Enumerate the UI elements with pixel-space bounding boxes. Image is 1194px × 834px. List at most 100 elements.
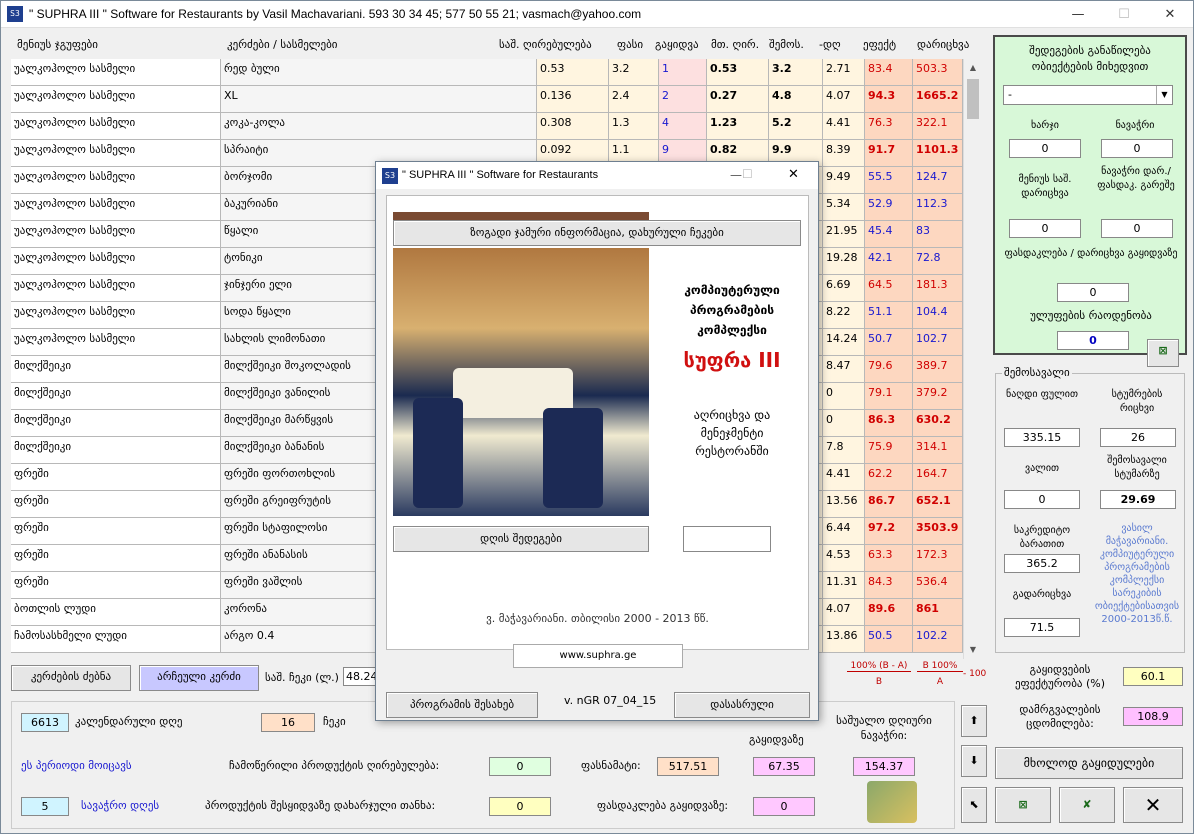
table-cell[interactable]: 8.47 bbox=[823, 356, 865, 383]
discount-field[interactable]: 0 bbox=[1057, 283, 1129, 302]
coef-field[interactable]: 108.9 bbox=[1123, 707, 1183, 726]
day-results-button[interactable]: დღის შედეგები bbox=[393, 526, 649, 552]
only-sales-button[interactable]: მხოლოდ გაყიდულები bbox=[995, 747, 1183, 779]
profit-field[interactable]: 0 bbox=[1101, 139, 1173, 158]
table-cell[interactable]: 91.7 bbox=[865, 140, 913, 167]
table-cell[interactable]: 97.2 bbox=[865, 518, 913, 545]
table-cell[interactable]: 7.8 bbox=[823, 437, 865, 464]
table-cell[interactable]: 0.53 bbox=[537, 59, 609, 86]
table-cell[interactable]: 652.1 bbox=[913, 491, 963, 518]
exit-x-icon[interactable]: ✕ bbox=[1123, 787, 1183, 823]
finish-button[interactable]: დასასრული bbox=[674, 692, 810, 718]
discount-sale-field[interactable]: 0 bbox=[753, 797, 815, 816]
table-cell[interactable]: მილქშეიკი bbox=[11, 410, 221, 437]
excel-print-icon[interactable]: ⊠ bbox=[995, 787, 1051, 823]
waste-field[interactable]: 0 bbox=[489, 797, 551, 816]
table-cell[interactable]: 4 bbox=[659, 113, 707, 140]
table-cell[interactable]: 536.4 bbox=[913, 572, 963, 599]
debt-field[interactable]: 0 bbox=[1004, 490, 1080, 509]
table-cell[interactable]: 379.2 bbox=[913, 383, 963, 410]
table-cell[interactable]: 124.7 bbox=[913, 167, 963, 194]
table-cell[interactable]: 11.31 bbox=[823, 572, 865, 599]
table-cell[interactable]: 75.9 bbox=[865, 437, 913, 464]
table-cell[interactable]: უალკოჰოლო სასმელი bbox=[11, 59, 221, 86]
table-cell[interactable]: უალკოჰოლო სასმელი bbox=[11, 113, 221, 140]
table-cell[interactable]: 0.136 bbox=[537, 86, 609, 113]
table-cell[interactable]: უალკოჰოლო სასმელი bbox=[11, 167, 221, 194]
table-cell[interactable]: უალკოჰოლო სასმელი bbox=[11, 302, 221, 329]
profit2-field[interactable]: 0 bbox=[1101, 219, 1173, 238]
table-cell[interactable]: 0.27 bbox=[707, 86, 769, 113]
table-cell[interactable]: 172.3 bbox=[913, 545, 963, 572]
table-cell[interactable]: 2 bbox=[659, 86, 707, 113]
info-button[interactable]: ზოგადი ჯამური ინფორმაცია, დახურული ჩეკებ… bbox=[393, 220, 801, 246]
table-cell[interactable]: 3.2 bbox=[609, 59, 659, 86]
expense-field[interactable]: 0 bbox=[1009, 139, 1081, 158]
table-cell[interactable]: 13.86 bbox=[823, 626, 865, 653]
table-cell[interactable]: 314.1 bbox=[913, 437, 963, 464]
table-cell[interactable]: უალკოჰოლო სასმელი bbox=[11, 194, 221, 221]
table-cell[interactable]: 3503.9 bbox=[913, 518, 963, 545]
table-cell[interactable]: 52.9 bbox=[865, 194, 913, 221]
table-cell[interactable]: 84.3 bbox=[865, 572, 913, 599]
card-field[interactable]: 365.2 bbox=[1004, 554, 1080, 573]
table-cell[interactable]: 0.308 bbox=[537, 113, 609, 140]
table-cell[interactable]: 83.4 bbox=[865, 59, 913, 86]
table-cell[interactable]: 42.1 bbox=[865, 248, 913, 275]
table-cell[interactable]: ფრეში bbox=[11, 464, 221, 491]
about-program-button[interactable]: პროგრამის შესახებ bbox=[386, 692, 538, 718]
table-cell[interactable]: 0 bbox=[823, 410, 865, 437]
scroll-up-icon[interactable]: ▲ bbox=[966, 61, 980, 75]
table-cell[interactable]: 1.23 bbox=[707, 113, 769, 140]
object-select[interactable]: - ▼ bbox=[1003, 85, 1173, 105]
table-cell[interactable]: 76.3 bbox=[865, 113, 913, 140]
excel-export-icon[interactable]: ⊠ bbox=[1147, 339, 1179, 367]
table-cell[interactable]: 4.41 bbox=[823, 464, 865, 491]
table-cell[interactable]: 13.56 bbox=[823, 491, 865, 518]
table-cell[interactable]: 55.5 bbox=[865, 167, 913, 194]
arrow-topleft-icon[interactable]: ⬉ bbox=[961, 787, 987, 823]
table-cell[interactable]: 62.2 bbox=[865, 464, 913, 491]
dialog-input[interactable] bbox=[683, 526, 771, 552]
table-cell[interactable]: 83 bbox=[913, 221, 963, 248]
guests-field[interactable]: 26 bbox=[1100, 428, 1176, 447]
table-cell[interactable]: ჩამოსასხმელი ლუდი bbox=[11, 626, 221, 653]
table-cell[interactable]: 503.3 bbox=[913, 59, 963, 86]
table-cell[interactable]: 104.4 bbox=[913, 302, 963, 329]
table-cell[interactable]: 112.3 bbox=[913, 194, 963, 221]
packs-field[interactable]: 0 bbox=[1057, 331, 1129, 350]
avg-profit-field[interactable]: 154.37 bbox=[853, 757, 915, 776]
table-cell[interactable]: 9.49 bbox=[823, 167, 865, 194]
avg-guest-field[interactable]: 29.69 bbox=[1100, 490, 1176, 509]
table-cell[interactable]: 45.4 bbox=[865, 221, 913, 248]
table-cell[interactable]: უალკოჰოლო სასმელი bbox=[11, 248, 221, 275]
table-cell[interactable]: 0 bbox=[823, 383, 865, 410]
table-cell[interactable]: 2.4 bbox=[609, 86, 659, 113]
arrow-down-icon[interactable]: ⬇ bbox=[961, 745, 987, 777]
table-cell[interactable]: 8.22 bbox=[823, 302, 865, 329]
table-cell[interactable]: უალკოჰოლო სასმელი bbox=[11, 140, 221, 167]
table-cell[interactable]: 322.1 bbox=[913, 113, 963, 140]
table-cell[interactable]: 0.53 bbox=[707, 59, 769, 86]
table-cell[interactable]: XL bbox=[221, 86, 537, 113]
price-field[interactable]: 517.51 bbox=[657, 757, 719, 776]
table-cell[interactable]: უალკოჰოლო სასმელი bbox=[11, 329, 221, 356]
table-cell[interactable]: 3.2 bbox=[769, 59, 823, 86]
table-cell[interactable]: 86.3 bbox=[865, 410, 913, 437]
table-cell[interactable]: 1101.3 bbox=[913, 140, 963, 167]
table-cell[interactable]: 86.7 bbox=[865, 491, 913, 518]
table-cell[interactable]: უალკოჰოლო სასმელი bbox=[11, 275, 221, 302]
table-cell[interactable]: 5.34 bbox=[823, 194, 865, 221]
table-cell[interactable]: ფრეში bbox=[11, 572, 221, 599]
chevron-down-icon[interactable]: ▼ bbox=[1156, 86, 1172, 104]
arrow-up-icon[interactable]: ⬆ bbox=[961, 705, 987, 737]
table-cell[interactable]: 102.2 bbox=[913, 626, 963, 653]
minimize-button[interactable]: — bbox=[1055, 1, 1101, 28]
table-cell[interactable]: 861 bbox=[913, 599, 963, 626]
table-cell[interactable]: მილქშეიკი bbox=[11, 356, 221, 383]
avg-check-field[interactable]: 48.24 bbox=[343, 667, 378, 686]
table-cell[interactable]: 19.28 bbox=[823, 248, 865, 275]
table-cell[interactable]: უალკოჰოლო სასმელი bbox=[11, 221, 221, 248]
table-cell[interactable]: 1665.2 bbox=[913, 86, 963, 113]
selected-dish-button[interactable]: არჩეული კერძი bbox=[139, 665, 259, 691]
